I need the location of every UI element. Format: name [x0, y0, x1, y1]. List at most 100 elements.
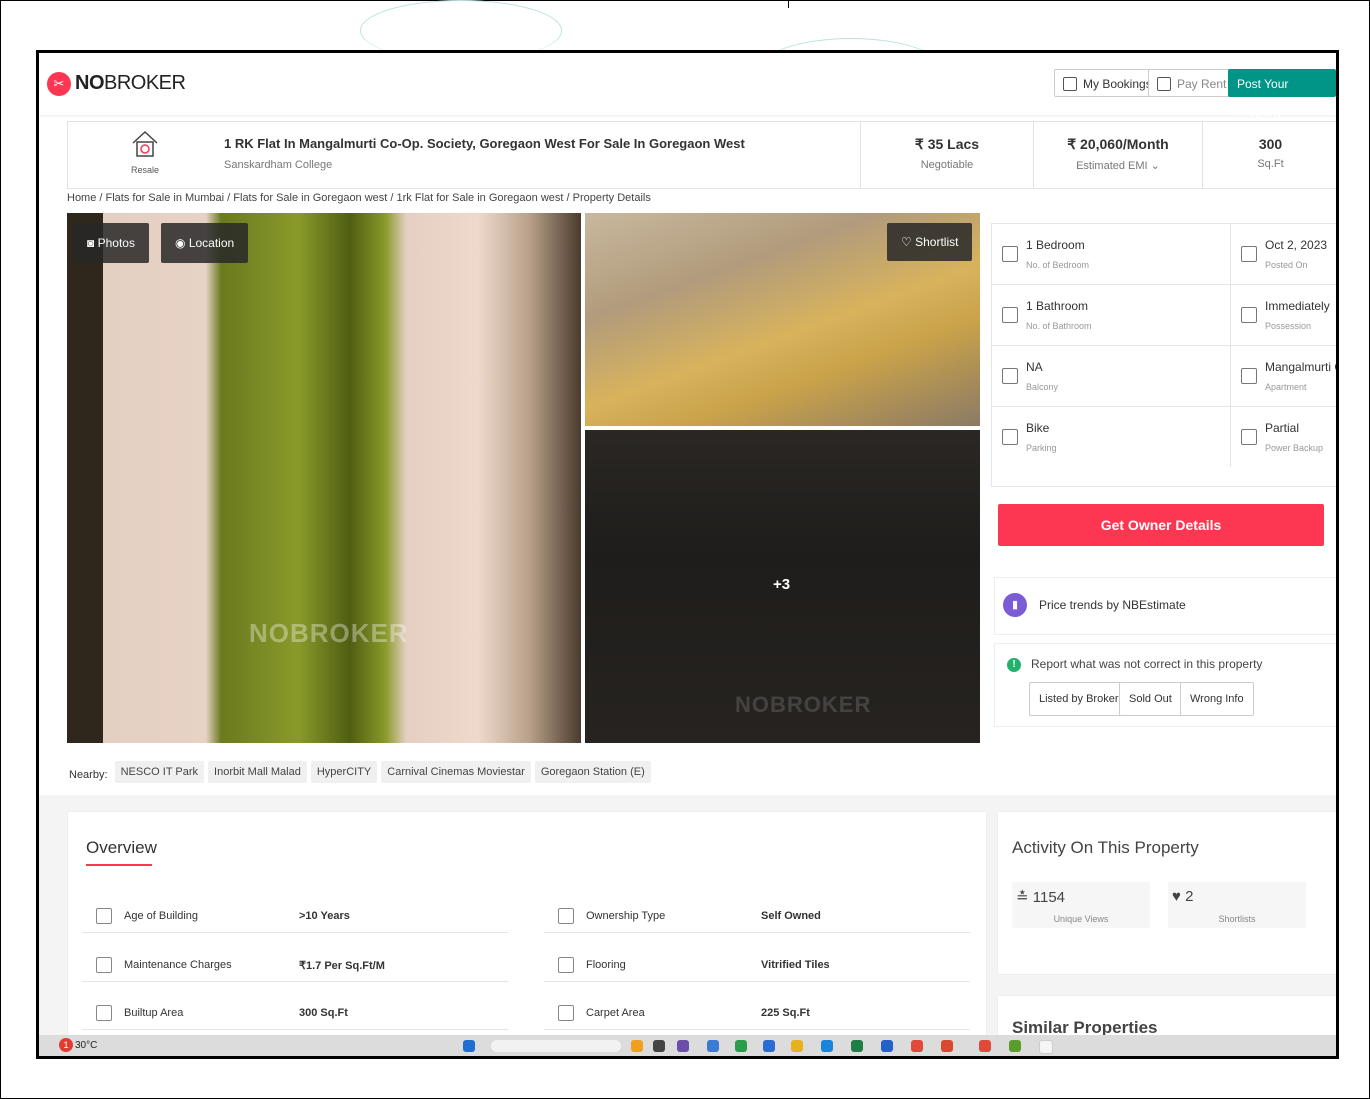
- builtup-icon: [96, 1005, 112, 1021]
- camera-icon: ◙: [87, 236, 98, 250]
- overview-card: Overview Age of Building >10 Years Owners…: [67, 811, 987, 1056]
- more-photos-count[interactable]: +3: [773, 576, 790, 593]
- bed-icon: [1002, 246, 1018, 262]
- chrome-icon[interactable]: [911, 1040, 923, 1052]
- watermark: NOBROKER: [249, 618, 409, 648]
- nearby-chip[interactable]: Carnival Cinemas Moviestar: [381, 761, 531, 783]
- property-summary-bar: Resale 1 RK Flat In Mangalmurti Co-Op. S…: [67, 121, 1336, 189]
- price-trends-label: Price trends by NBEstimate: [1039, 598, 1186, 612]
- pay-rent-button[interactable]: Pay Rent: [1148, 69, 1236, 97]
- bath-icon: [1002, 307, 1018, 323]
- app-icon[interactable]: [1039, 1040, 1053, 1054]
- location-button[interactable]: ◉ Location: [161, 223, 249, 263]
- browser-frame: ✂ NOBROKER My Bookings Pay Rent Post You…: [36, 50, 1339, 1059]
- sold-out-button[interactable]: Sold Out: [1119, 682, 1182, 716]
- start-icon[interactable]: [463, 1040, 475, 1052]
- building-icon: [1241, 368, 1257, 384]
- app-icon[interactable]: [631, 1040, 643, 1052]
- bookings-icon: [1063, 77, 1077, 91]
- price-value: ₹ 35 Lacs: [914, 136, 980, 152]
- app-icon[interactable]: [677, 1040, 689, 1052]
- property-title: 1 RK Flat In Mangalmurti Co-Op. Society,…: [224, 136, 745, 151]
- folder-icon[interactable]: [791, 1040, 803, 1052]
- car-icon: [1002, 429, 1018, 445]
- fact-bathroom: 1 Bathroom No. of Bathroom: [992, 285, 1230, 346]
- area-unit: Sq.Ft: [1257, 158, 1284, 170]
- overview-underline: [86, 864, 152, 866]
- overview-row: Carpet Area 225 Sq.Ft: [544, 999, 970, 1030]
- excel-icon[interactable]: [851, 1040, 863, 1052]
- top-divider: [788, 0, 789, 8]
- overview-row: Maintenance Charges ₹1.7 Per Sq.Ft/M: [82, 951, 508, 982]
- calendar-icon: [1241, 246, 1257, 262]
- price-trends-card[interactable]: ▮ Price trends by NBEstimate: [994, 577, 1336, 635]
- photos-button[interactable]: ◙ Photos: [73, 223, 149, 263]
- key-icon: [1241, 307, 1257, 323]
- compass-icon: ◉: [175, 236, 189, 250]
- app-icon[interactable]: [653, 1040, 665, 1052]
- area-cell: 300 Sq.Ft: [1202, 122, 1336, 188]
- app-icon[interactable]: [707, 1040, 719, 1052]
- get-owner-details-button[interactable]: Get Owner Details: [998, 504, 1324, 546]
- nearby-bar: Nearby: NESCO IT Park Inorbit Mall Malad H…: [67, 757, 982, 787]
- property-locality[interactable]: Sanskardham College: [224, 159, 745, 171]
- balcony-icon: [1002, 368, 1018, 384]
- overview-row: Age of Building >10 Years: [82, 902, 508, 933]
- wrong-info-button[interactable]: Wrong Info: [1180, 682, 1254, 716]
- nobroker-logo[interactable]: NOBROKER: [75, 72, 186, 95]
- windows-taskbar: 1 30°C: [39, 1035, 1336, 1056]
- search-box[interactable]: [491, 1040, 621, 1052]
- house-icon: [132, 130, 158, 157]
- overview-row: Builtup Area 300 Sq.Ft: [82, 999, 508, 1030]
- activity-card: Activity On This Property ≛ 1154 Unique …: [997, 811, 1336, 975]
- alert-icon: !: [1007, 658, 1021, 672]
- person-icon: ≛: [1016, 889, 1033, 906]
- fact-parking: Bike Parking: [992, 407, 1230, 467]
- fact-posted-on: Oct 2, 2023 Posted On: [1230, 224, 1336, 285]
- app-icon[interactable]: [735, 1040, 747, 1052]
- fact-apartment: Mangalmurti CoApartment: [1230, 346, 1336, 407]
- area-value: 300: [1258, 136, 1283, 152]
- price-note: Negotiable: [920, 159, 974, 171]
- edge-icon[interactable]: [821, 1040, 833, 1052]
- nearby-chip[interactable]: Inorbit Mall Malad: [208, 761, 307, 783]
- app-icon[interactable]: [763, 1040, 775, 1052]
- emi-value: ₹ 20,060/Month: [1067, 136, 1169, 152]
- shortlist-button[interactable]: ♡ Shortlist: [887, 223, 973, 261]
- report-text: Report what was not correct in this prop…: [1031, 657, 1263, 671]
- emi-dropdown[interactable]: Estimated EMI ⌄: [1034, 159, 1202, 172]
- fact-bedroom: 1 Bedroom No. of Bedroom: [992, 224, 1230, 285]
- app-icon[interactable]: [1009, 1040, 1021, 1052]
- battery-icon: [1241, 429, 1257, 445]
- fact-possession: Immediately Possession: [1230, 285, 1336, 346]
- report-card: ! Report what was not correct in this pr…: [994, 643, 1336, 727]
- site-header: ✂ NOBROKER My Bookings Pay Rent Post You…: [39, 53, 1336, 119]
- main-photo[interactable]: ◙ Photos ◉ Location NOBROKER: [67, 213, 581, 743]
- app-icon[interactable]: [941, 1040, 953, 1052]
- nearby-chip[interactable]: HyperCITY: [310, 761, 378, 783]
- listed-by-broker-button[interactable]: Listed by Broker: [1029, 682, 1129, 716]
- my-bookings-button[interactable]: My Bookings: [1054, 69, 1161, 97]
- app-icon[interactable]: [979, 1040, 991, 1052]
- activity-title: Activity On This Property: [1012, 838, 1199, 857]
- post-property-button[interactable]: Post Your Property: [1228, 69, 1336, 119]
- nearby-chip[interactable]: NESCO IT Park: [114, 761, 205, 783]
- nearby-chip[interactable]: Goregaon Station (E): [534, 761, 651, 783]
- flooring-icon: [558, 957, 574, 973]
- fact-power-backup: Partial Power Backup: [1230, 407, 1336, 467]
- card-icon: [1157, 77, 1171, 91]
- unique-views-stat: ≛ 1154 Unique Views: [1012, 882, 1150, 928]
- word-icon[interactable]: [881, 1040, 893, 1052]
- weather-badge[interactable]: 1: [59, 1038, 73, 1052]
- watermark: NOBROKER: [735, 692, 872, 717]
- price-cell: ₹ 35 Lacs Negotiable: [860, 122, 1033, 188]
- breadcrumb[interactable]: Home / Flats for Sale in Mumbai / Flats …: [67, 192, 651, 204]
- kitchen-photo[interactable]: +3 NOBROKER: [585, 430, 980, 743]
- heart-icon: ♥: [1172, 888, 1186, 905]
- nobroker-logo-icon[interactable]: ✂: [47, 72, 71, 96]
- property-title-block: 1 RK Flat In Mangalmurti Co-Op. Society,…: [224, 136, 745, 171]
- overview-title: Overview: [86, 838, 157, 857]
- bedroom-photo[interactable]: ♡ Shortlist: [585, 213, 980, 426]
- chart-icon: ▮: [1003, 593, 1027, 617]
- temperature[interactable]: 30°C: [75, 1040, 97, 1051]
